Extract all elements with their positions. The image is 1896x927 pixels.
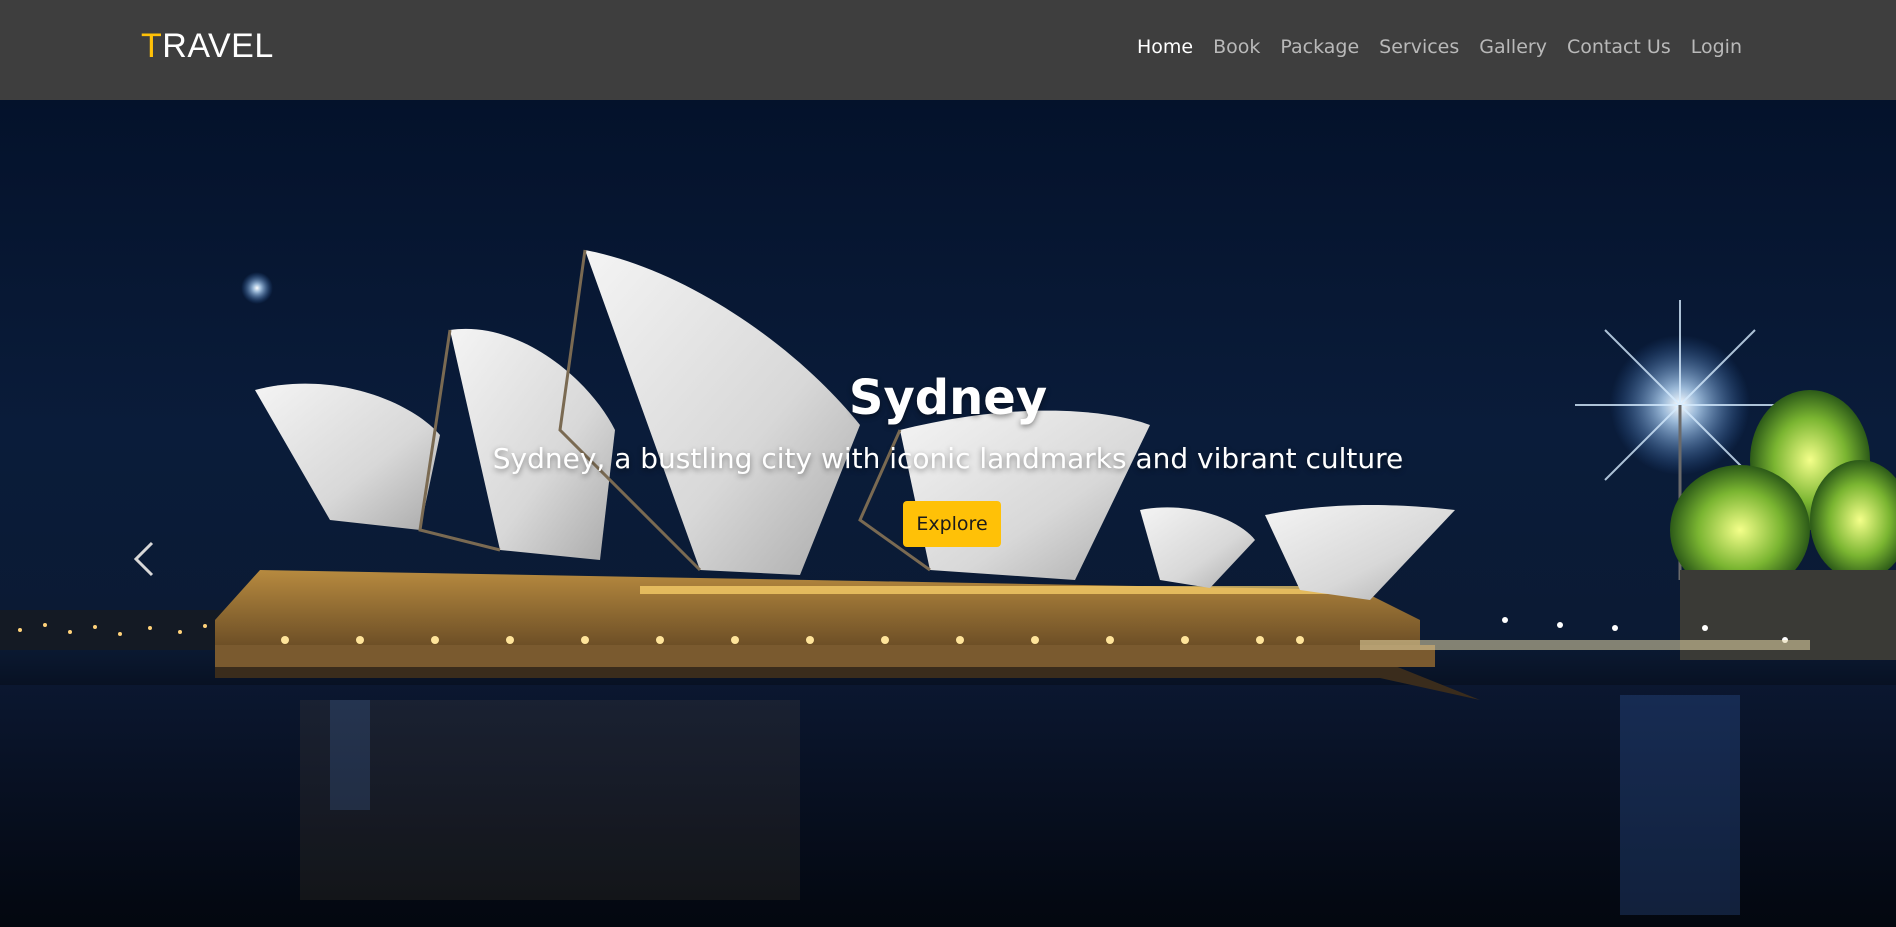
brand-first-letter: T <box>141 27 163 65</box>
navbar: TRAVEL Home Book Package Services Galler… <box>0 0 1896 100</box>
brand-rest: RAVEL <box>162 27 274 65</box>
main-nav: Home Book Package Services Gallery Conta… <box>1127 36 1752 58</box>
carousel-prev-button[interactable] <box>124 525 164 585</box>
hero-carousel: Sydney Sydney, a bustling city with icon… <box>0 100 1896 927</box>
nav-item-services[interactable]: Services <box>1369 36 1469 58</box>
chevron-left-icon <box>133 541 154 577</box>
nav-item-gallery[interactable]: Gallery <box>1469 36 1557 58</box>
nav-item-contact-us[interactable]: Contact Us <box>1557 36 1681 58</box>
nav-item-book[interactable]: Book <box>1203 36 1270 58</box>
hero-title: Sydney <box>848 370 1048 426</box>
explore-button[interactable]: Explore <box>903 501 1001 547</box>
nav-item-package[interactable]: Package <box>1270 36 1369 58</box>
brand-logo[interactable]: TRAVEL <box>141 27 274 66</box>
hero-subtitle: Sydney, a bustling city with iconic land… <box>492 442 1404 475</box>
nav-item-home[interactable]: Home <box>1127 36 1203 58</box>
nav-item-login[interactable]: Login <box>1681 36 1752 58</box>
